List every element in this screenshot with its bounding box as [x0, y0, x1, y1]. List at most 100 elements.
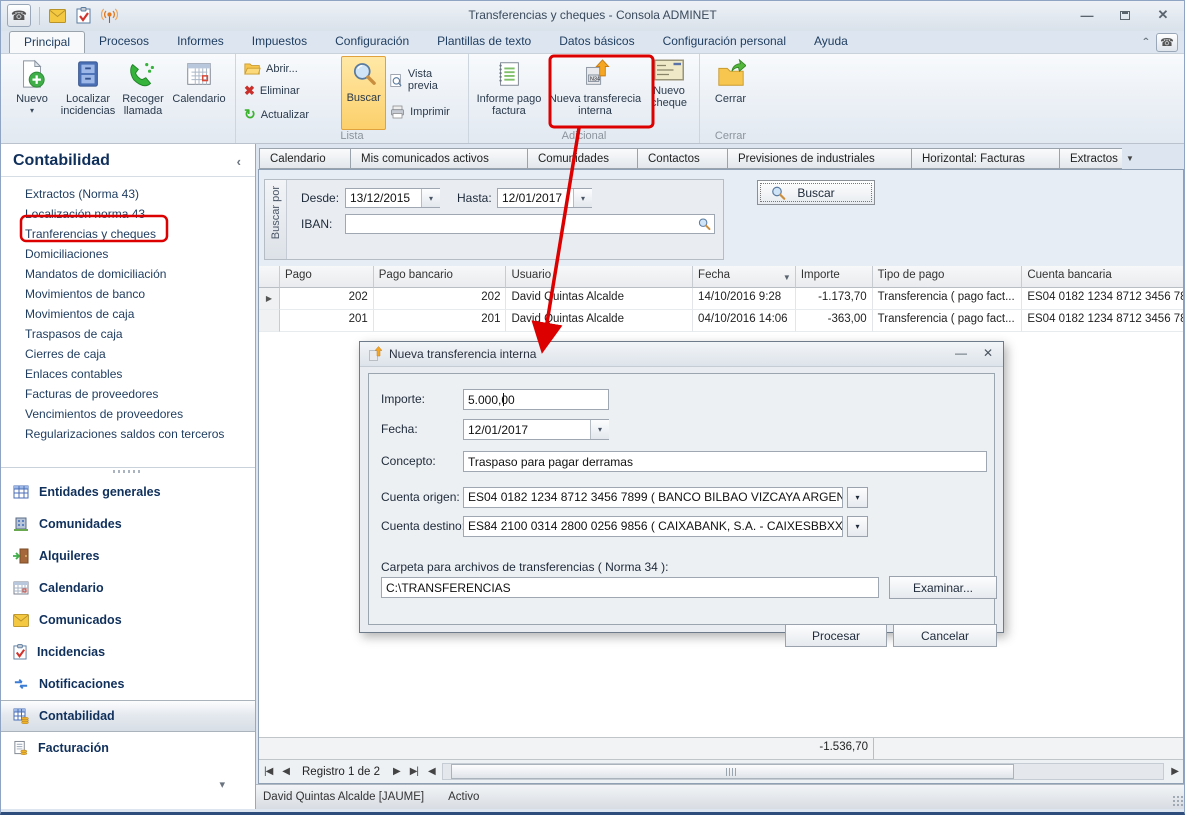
- cuenta-origen-combo[interactable]: ES04 0182 1234 8712 3456 7899 ( BANCO BI…: [463, 487, 843, 508]
- carpeta-input[interactable]: [381, 577, 879, 598]
- doc-tab-horizontal-facturas[interactable]: Horizontal: Facturas: [912, 148, 1060, 169]
- hscroll-right-icon[interactable]: ▶: [1166, 766, 1183, 777]
- col-importe[interactable]: Importe: [796, 266, 873, 288]
- cuenta-destino-combo[interactable]: ES84 2100 0314 2800 0256 9856 ( CAIXABAN…: [463, 516, 843, 537]
- examinar-button[interactable]: Examinar...: [889, 576, 997, 599]
- col-cuenta-bancaria[interactable]: Cuenta bancaria: [1022, 266, 1183, 288]
- nav-notificaciones[interactable]: Notificaciones: [1, 668, 255, 700]
- desde-dropdown-icon[interactable]: ▾: [421, 189, 440, 207]
- restore-button[interactable]: [1112, 6, 1138, 24]
- sidebar-item-localizacion[interactable]: Localización norma 43: [1, 205, 255, 225]
- localizar-incidencias-button[interactable]: Localizar incidencias: [59, 56, 117, 126]
- iban-input[interactable]: [345, 214, 715, 234]
- sidebar-item-mov-banco[interactable]: Movimientos de banco: [1, 285, 255, 305]
- ribbon-tab-configuracion-personal[interactable]: Configuración personal: [649, 31, 800, 53]
- doc-tab-comunidades[interactable]: Comunidades: [528, 148, 638, 169]
- grid-row-2[interactable]: 201 201 David Quintas Alcalde 04/10/2016…: [259, 310, 1183, 332]
- scrollbar-thumb[interactable]: [451, 764, 1014, 779]
- sidebar-item-traspasos[interactable]: Traspasos de caja: [1, 325, 255, 345]
- help-app-button[interactable]: ☎: [1156, 33, 1178, 52]
- fecha-input[interactable]: [463, 419, 609, 440]
- sidebar-splitter[interactable]: [1, 467, 255, 476]
- sidebar-item-domiciliaciones[interactable]: Domiciliaciones: [1, 245, 255, 265]
- buscar-button[interactable]: Buscar: [757, 180, 875, 205]
- concepto-input[interactable]: [463, 451, 987, 472]
- col-usuario[interactable]: Usuario: [506, 266, 693, 288]
- abrir-button[interactable]: Abrir...: [240, 60, 341, 78]
- minimize-button[interactable]: —: [1074, 6, 1100, 24]
- nuevo-cheque-button[interactable]: Nuevo cheque: [645, 56, 693, 126]
- nuevo-button[interactable]: Nuevo▾: [5, 56, 59, 126]
- ribbon-tab-ayuda[interactable]: Ayuda: [800, 31, 862, 53]
- nav-entidades-generales[interactable]: Entidades generales: [1, 476, 255, 508]
- vista-previa-button[interactable]: Vista previa: [386, 66, 464, 94]
- sidebar-item-cierres[interactable]: Cierres de caja: [1, 345, 255, 365]
- nav-calendario[interactable]: Calendario: [1, 572, 255, 604]
- cancelar-button[interactable]: Cancelar: [893, 624, 997, 647]
- cuenta-origen-dropdown-icon[interactable]: ▾: [847, 487, 868, 508]
- cerrar-button[interactable]: Cerrar: [704, 56, 757, 126]
- eliminar-button[interactable]: ✖ Eliminar: [240, 81, 341, 101]
- sidebar-more-icon[interactable]: ▾: [219, 778, 225, 791]
- sidebar-item-mandatos[interactable]: Mandatos de domiciliación: [1, 265, 255, 285]
- fecha-dropdown-icon[interactable]: ▾: [590, 420, 609, 439]
- grid-row-1[interactable]: ▶ 202 202 David Quintas Alcalde 14/10/20…: [259, 288, 1183, 310]
- ribbon-tab-datos-basicos[interactable]: Datos básicos: [545, 31, 648, 53]
- doc-tab-calendario[interactable]: Calendario: [259, 148, 351, 169]
- nav-incidencias[interactable]: Incidencias: [1, 636, 255, 668]
- col-pago[interactable]: Pago: [280, 266, 374, 288]
- actualizar-button[interactable]: ↻ Actualizar: [240, 104, 341, 125]
- ribbon-tab-impuestos[interactable]: Impuestos: [238, 31, 321, 53]
- nav-comunicados[interactable]: Comunicados: [1, 604, 255, 636]
- tab-list-dropdown-icon[interactable]: ▼: [1126, 154, 1134, 163]
- col-fecha[interactable]: Fecha▼: [693, 266, 796, 288]
- resize-grip[interactable]: [1172, 795, 1184, 807]
- doc-tab-contactos[interactable]: Contactos: [638, 148, 728, 169]
- nav-first-icon[interactable]: |◀: [259, 766, 277, 777]
- ribbon-tab-procesos[interactable]: Procesos: [85, 31, 163, 53]
- sidebar-item-extractos[interactable]: Extractos (Norma 43): [1, 185, 255, 205]
- procesar-button[interactable]: Procesar: [785, 624, 887, 647]
- calendario-button[interactable]: Calendario: [169, 56, 229, 126]
- close-button[interactable]: ✕: [1150, 6, 1176, 24]
- nav-facturacion[interactable]: Facturación: [1, 732, 255, 764]
- col-tipo-pago[interactable]: Tipo de pago: [873, 266, 1023, 288]
- ribbon-collapse-icon[interactable]: ˆ: [1143, 35, 1148, 51]
- ribbon-tab-principal[interactable]: Principal: [9, 31, 85, 53]
- informe-pago-factura-button[interactable]: Informe pago factura: [473, 56, 545, 126]
- horizontal-scrollbar[interactable]: [442, 763, 1165, 780]
- dialog-title-bar[interactable]: Nueva transferencia interna — ✕: [360, 342, 1003, 367]
- buscar-ribbon-button[interactable]: Buscar: [341, 56, 386, 130]
- doc-tab-mis-comunicados[interactable]: Mis comunicados activos: [351, 148, 528, 169]
- sidebar-item-regularizaciones[interactable]: Regularizaciones saldos con terceros: [1, 425, 255, 445]
- dialog-minimize-icon[interactable]: —: [955, 346, 967, 360]
- nav-next-icon[interactable]: ▶: [388, 766, 405, 777]
- col-pago-bancario[interactable]: Pago bancario: [374, 266, 507, 288]
- hasta-dropdown-icon[interactable]: ▾: [573, 189, 592, 207]
- filter-area: Buscar por Desde: ▾ Hasta: ▾ IBAN: Busca…: [259, 170, 1183, 266]
- ribbon-tab-configuracion[interactable]: Configuración: [321, 31, 423, 53]
- hscroll-left-icon[interactable]: ◀: [423, 766, 440, 777]
- cuenta-destino-dropdown-icon[interactable]: ▾: [847, 516, 868, 537]
- nueva-transferencia-interna-button[interactable]: N34 Nueva transferecia interna: [545, 56, 645, 126]
- iban-search-icon[interactable]: [697, 217, 711, 231]
- ribbon-tab-informes[interactable]: Informes: [163, 31, 238, 53]
- sidebar-item-mov-caja[interactable]: Movimientos de caja: [1, 305, 255, 325]
- sidebar-item-enlaces[interactable]: Enlaces contables: [1, 365, 255, 385]
- imprimir-button[interactable]: Imprimir: [386, 103, 464, 121]
- nav-prev-icon[interactable]: ◀: [277, 766, 294, 777]
- nav-last-icon[interactable]: ▶|: [405, 766, 423, 777]
- doc-tab-extractos[interactable]: Extractos: [1060, 148, 1122, 169]
- recoger-llamada-button[interactable]: Recoger llamada: [117, 56, 169, 126]
- sidebar-item-venc-proveedores[interactable]: Vencimientos de proveedores: [1, 405, 255, 425]
- sidebar-collapse-icon[interactable]: ‹: [237, 154, 241, 169]
- sidebar-item-transferencias[interactable]: Tranferencias y cheques: [1, 225, 255, 245]
- doc-tab-previsiones[interactable]: Previsiones de industriales: [728, 148, 912, 169]
- importe-input[interactable]: [463, 389, 609, 410]
- ribbon-tab-plantillas[interactable]: Plantillas de texto: [423, 31, 545, 53]
- nav-alquileres[interactable]: Alquileres: [1, 540, 255, 572]
- dialog-close-icon[interactable]: ✕: [983, 346, 993, 360]
- nav-comunidades[interactable]: Comunidades: [1, 508, 255, 540]
- sidebar-item-fact-proveedores[interactable]: Facturas de proveedores: [1, 385, 255, 405]
- nav-contabilidad[interactable]: Contabilidad: [1, 700, 255, 732]
